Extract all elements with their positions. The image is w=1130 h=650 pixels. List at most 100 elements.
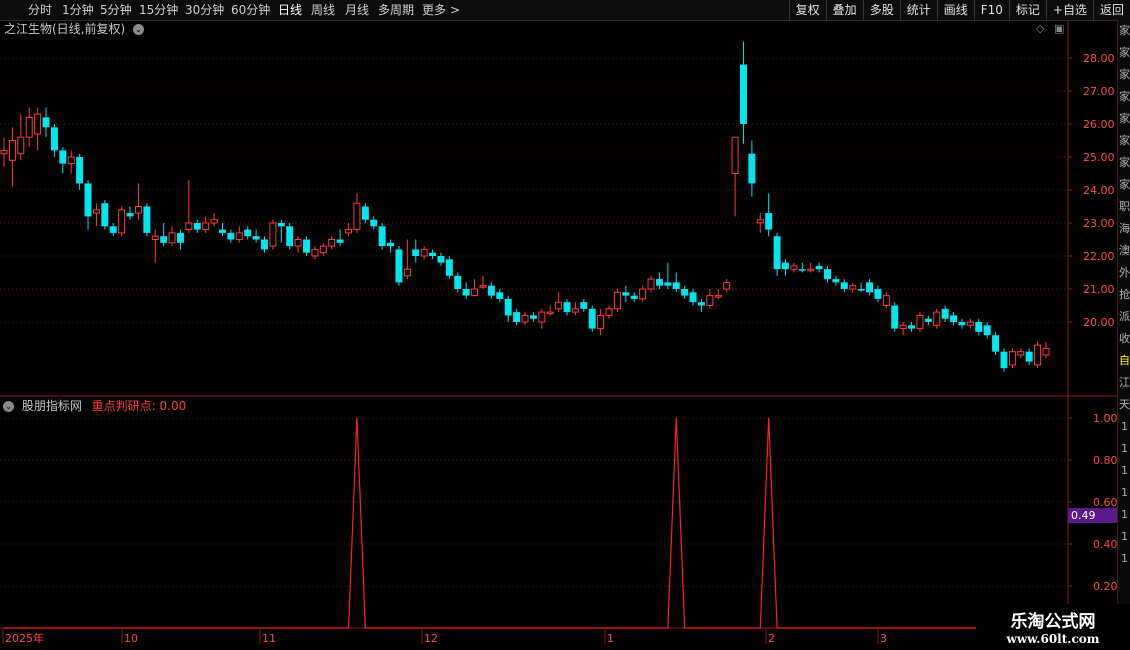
- candle-body: [59, 150, 67, 164]
- candle-body: [756, 219, 764, 224]
- strip-item[interactable]: 天: [1118, 394, 1130, 416]
- strip-item[interactable]: 江: [1118, 372, 1130, 394]
- strip-item[interactable]: 1: [1118, 460, 1130, 482]
- price-axis-label: 24.00: [1083, 184, 1115, 197]
- candle-body: [420, 248, 428, 257]
- candle-body: [336, 239, 344, 243]
- candle-body: [630, 295, 638, 299]
- candle-body: [487, 285, 495, 296]
- candle-body: [244, 229, 252, 237]
- strip-item[interactable]: 收: [1118, 328, 1130, 350]
- date-axis-label: 3: [880, 632, 887, 645]
- candle-body: [303, 239, 311, 253]
- candle-body: [92, 209, 100, 214]
- candle-body: [168, 232, 176, 244]
- candle-body: [765, 213, 773, 230]
- candle-body: [613, 291, 621, 310]
- price-axis-label: 21.00: [1083, 283, 1115, 296]
- candle-body: [739, 64, 747, 124]
- indicator-title: ⌄ 股朋指标网 重点判研点: 0.00: [3, 398, 186, 414]
- strip-item[interactable]: 职: [1118, 196, 1130, 218]
- candle-body: [664, 282, 672, 286]
- strip-item[interactable]: 1: [1118, 504, 1130, 526]
- strip-item[interactable]: 海: [1118, 218, 1130, 240]
- candle-body: [1000, 351, 1008, 369]
- candle-body: [605, 308, 613, 316]
- candle-body: [891, 305, 899, 329]
- candle-body: [807, 268, 815, 272]
- candle-body: [118, 209, 126, 234]
- candle-body: [647, 278, 655, 290]
- strip-item[interactable]: 家: [1118, 152, 1130, 174]
- candle-body: [353, 202, 361, 231]
- strip-item[interactable]: 1: [1118, 416, 1130, 438]
- candle-body: [496, 292, 504, 299]
- strip-item[interactable]: 家: [1118, 174, 1130, 196]
- chevron-down-icon[interactable]: ⌄: [3, 401, 14, 412]
- candle-body: [580, 302, 588, 309]
- date-axis-label: 12: [424, 632, 438, 645]
- strip-item[interactable]: 家: [1118, 42, 1130, 64]
- candle-body: [227, 232, 235, 240]
- strip-item[interactable]: 派: [1118, 306, 1130, 328]
- candle-body: [252, 236, 260, 240]
- cursor-value-box: 0.49: [1068, 508, 1119, 523]
- candle-body: [866, 282, 874, 293]
- strip-item[interactable]: 家: [1118, 86, 1130, 108]
- candle-body: [429, 252, 437, 256]
- candle-body: [109, 226, 117, 233]
- strip-item[interactable]: 1: [1118, 438, 1130, 460]
- indicator-line: [4, 417, 1046, 629]
- kline-chart[interactable]: 28.0027.0026.0025.0024.0023.0022.0021.00…: [0, 0, 1130, 650]
- strip-item[interactable]: 家: [1118, 108, 1130, 130]
- candle-body: [782, 262, 789, 270]
- candle-body: [412, 249, 420, 256]
- indicator-name: 股朋指标网: [21, 399, 82, 413]
- watermark: 乐淘公式网 www.60lt.com: [976, 604, 1130, 650]
- candle-body: [773, 236, 781, 270]
- candle-body: [689, 292, 697, 303]
- candle-body: [25, 116, 33, 138]
- candle-body: [34, 113, 42, 135]
- right-side-strip[interactable]: 家家家家家家家家职海澳外抢派收自江天1111111: [1117, 20, 1130, 632]
- strip-item[interactable]: 自: [1118, 350, 1130, 372]
- date-axis-label: 2: [768, 632, 775, 645]
- strip-item[interactable]: 澳: [1118, 240, 1130, 262]
- candle-body: [1017, 351, 1025, 356]
- strip-item[interactable]: 1: [1118, 548, 1130, 570]
- price-axis-label: 25.00: [1083, 151, 1115, 164]
- candle-body: [387, 242, 395, 247]
- candle-body: [714, 295, 722, 298]
- strip-item[interactable]: 家: [1118, 20, 1130, 42]
- strip-item[interactable]: 1: [1118, 526, 1130, 548]
- candle-body: [67, 156, 75, 165]
- candle-body: [319, 245, 327, 254]
- candle-body: [42, 117, 50, 128]
- candle-body: [622, 292, 630, 296]
- candle-body: [748, 153, 756, 184]
- candle-body: [563, 302, 571, 313]
- candle-body: [1034, 344, 1042, 366]
- strip-item[interactable]: 抢: [1118, 284, 1130, 306]
- candle-body: [597, 314, 605, 330]
- candle-body: [790, 265, 798, 270]
- candle-body: [958, 322, 966, 326]
- price-axis-label: 28.00: [1083, 52, 1115, 65]
- strip-item[interactable]: 家: [1118, 64, 1130, 86]
- candle-body: [370, 219, 378, 227]
- candle-body: [538, 311, 546, 323]
- candle-body: [454, 275, 462, 289]
- strip-item[interactable]: 外: [1118, 262, 1130, 284]
- candle-body: [798, 269, 806, 271]
- strip-item[interactable]: 1: [1118, 482, 1130, 504]
- indicator-axis-label: 0.80: [1093, 454, 1118, 467]
- strip-item[interactable]: 家: [1118, 130, 1130, 152]
- candle-body: [555, 301, 563, 310]
- candle-body: [471, 288, 479, 297]
- price-axis-label: 22.00: [1083, 250, 1115, 263]
- candle-body: [681, 289, 689, 296]
- candle-body: [899, 324, 907, 330]
- candle-body: [193, 223, 201, 230]
- candle-body: [723, 281, 731, 290]
- candle-body: [950, 315, 958, 322]
